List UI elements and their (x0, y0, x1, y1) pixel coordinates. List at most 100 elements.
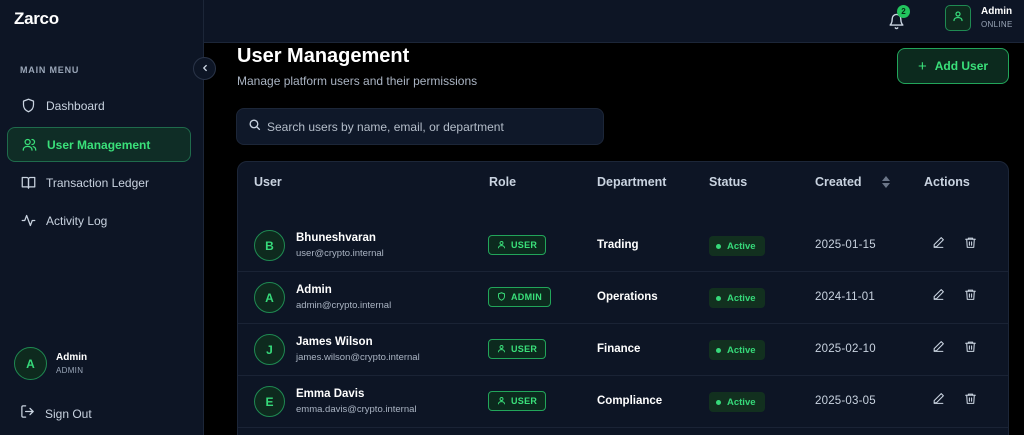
avatar: J (254, 334, 285, 365)
book-icon (20, 175, 36, 191)
table-row: J James Wilson james.wilson@crypto.inter… (238, 324, 1008, 376)
search-bar (236, 108, 604, 145)
column-header-actions: Actions (924, 175, 970, 189)
delete-button[interactable] (962, 237, 978, 253)
role-badge: USER (488, 235, 547, 255)
user-email: user@crypto.internal (296, 248, 384, 259)
pencil-icon (932, 340, 945, 358)
sort-icon[interactable] (881, 175, 891, 194)
trash-icon (964, 340, 977, 358)
avatar[interactable] (945, 5, 971, 31)
plus-icon: + (917, 57, 927, 75)
status-dot (716, 243, 721, 249)
column-header-role[interactable]: Role (489, 175, 516, 189)
activity-icon (20, 213, 36, 229)
role-badge: USER (488, 339, 547, 359)
sidebar-item-label: Activity Log (46, 213, 108, 228)
status-label: Active (727, 344, 756, 356)
edit-button[interactable] (930, 393, 946, 409)
chevron-left-icon (200, 60, 210, 78)
user-name: James Wilson (296, 336, 373, 348)
column-header-department[interactable]: Department (597, 175, 666, 189)
status-badge: Active (709, 288, 765, 308)
sidebar-item-label: User Management (47, 137, 151, 152)
created-date: 2025-01-15 (815, 239, 876, 251)
user-icon (952, 9, 964, 27)
sidebar-item-transaction-ledger[interactable]: Transaction Ledger (7, 165, 191, 200)
table-row: A Admin admin@crypto.internal ADMIN Oper… (238, 272, 1008, 324)
status-badge: Active (709, 392, 765, 412)
sidebar-item-label: Dashboard (46, 98, 105, 113)
sidebar-user-profile[interactable]: A Admin ADMIN (14, 347, 87, 380)
column-header-created[interactable]: Created (815, 175, 862, 189)
topbar-user-status: ONLINE (981, 20, 1013, 29)
department: Trading (597, 239, 639, 251)
main-menu-label: MAIN MENU (20, 65, 80, 75)
role-label: ADMIN (511, 292, 542, 302)
status-badge: Active (709, 236, 765, 256)
edit-button[interactable] (930, 237, 946, 253)
status-label: Active (727, 292, 756, 304)
sign-out-button[interactable]: Sign Out (20, 404, 92, 424)
user-name: Emma Davis (296, 388, 365, 400)
topbar-user[interactable]: Admin ONLINE (981, 6, 1013, 29)
user-icon (497, 236, 506, 254)
shield-icon (20, 98, 36, 114)
user-icon (497, 340, 506, 358)
status-badge: Active (709, 340, 765, 360)
trash-icon (964, 236, 977, 254)
column-header-user[interactable]: User (254, 175, 282, 189)
shield-icon (497, 288, 506, 306)
sidebar-item-user-management[interactable]: User Management (7, 127, 191, 162)
department: Finance (597, 343, 641, 355)
sidebar-item-activity-log[interactable]: Activity Log (7, 203, 191, 238)
sign-out-label: Sign Out (45, 407, 92, 421)
role-badge: ADMIN (488, 287, 551, 307)
department: Operations (597, 291, 658, 303)
user-name: Admin (296, 284, 332, 296)
created-date: 2025-03-05 (815, 395, 876, 407)
created-date: 2025-02-10 (815, 343, 876, 355)
delete-button[interactable] (962, 393, 978, 409)
column-header-status[interactable]: Status (709, 175, 747, 189)
role-badge: USER (488, 391, 547, 411)
role-label: USER (511, 240, 538, 250)
avatar: A (14, 347, 47, 380)
department: Compliance (597, 395, 663, 407)
logout-icon (20, 404, 35, 424)
brand-logo[interactable]: Zarco (14, 9, 59, 29)
trash-icon (964, 288, 977, 306)
status-label: Active (727, 396, 756, 408)
user-icon (497, 392, 506, 410)
trash-icon (964, 392, 977, 410)
avatar: B (254, 230, 285, 261)
add-user-button[interactable]: + Add User (897, 48, 1009, 84)
sidebar: Zarco MAIN MENU Dashboard User Managemen… (0, 0, 204, 435)
table-row: B Bhuneshvaran user@crypto.internal USER… (238, 220, 1008, 272)
search-icon (248, 118, 261, 136)
edit-button[interactable] (930, 289, 946, 305)
notification-count-badge: 2 (897, 5, 910, 18)
delete-button[interactable] (962, 341, 978, 357)
sidebar-user-name: Admin (56, 352, 88, 363)
avatar: A (254, 282, 285, 313)
status-dot (716, 347, 721, 353)
status-label: Active (727, 240, 756, 252)
role-label: USER (511, 396, 538, 406)
sidebar-item-dashboard[interactable]: Dashboard (7, 88, 191, 123)
page-subtitle: Manage platform users and their permissi… (237, 74, 478, 88)
user-email: admin@crypto.internal (296, 300, 392, 311)
search-input[interactable] (267, 119, 597, 134)
role-label: USER (511, 344, 538, 354)
avatar: E (254, 386, 285, 417)
sidebar-item-label: Transaction Ledger (46, 175, 149, 190)
pencil-icon (932, 236, 945, 254)
collapse-sidebar-button[interactable] (193, 57, 216, 80)
page-title: User Management (237, 45, 410, 67)
table-row: E Emma Davis emma.davis@crypto.internal … (238, 376, 1008, 428)
users-icon (21, 137, 37, 153)
edit-button[interactable] (930, 341, 946, 357)
status-dot (716, 295, 721, 301)
delete-button[interactable] (962, 289, 978, 305)
user-email: emma.davis@crypto.internal (296, 404, 417, 415)
